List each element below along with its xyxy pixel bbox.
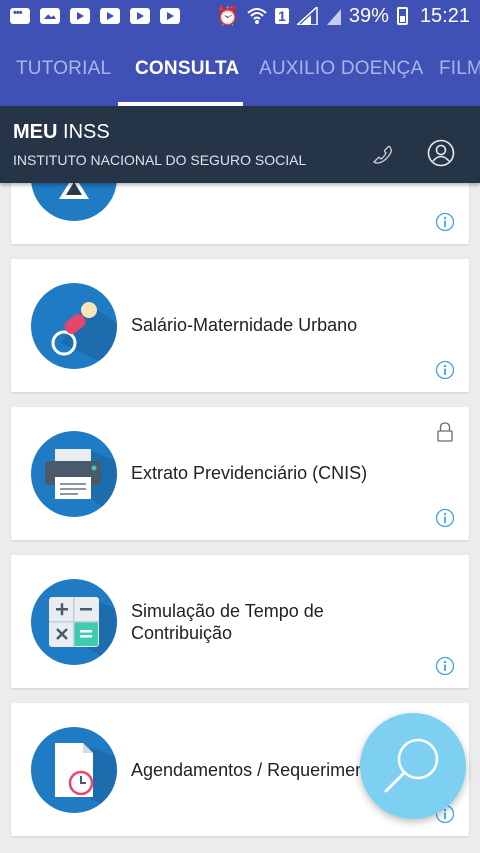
user-icon[interactable] [427,139,455,167]
search-fab[interactable] [360,713,466,819]
notification-icons [10,7,180,24]
calculator-icon [31,579,117,665]
tab-auxilio-doenca[interactable]: AUXILIO DOENÇA [259,32,423,106]
printer-icon [31,431,117,517]
battery-icon [396,7,408,25]
scale-icon [31,183,117,221]
tab-consulta[interactable]: CONSULTA [135,32,239,106]
sim-indicator: 1 [275,8,289,24]
lock-icon [437,422,453,442]
system-icons: ⏰ 1 39% 15:21 [217,5,470,28]
service-label: Simulação de Tempo de Contribuição [131,601,324,643]
document-clock-icon [31,727,117,813]
search-icon [384,738,439,793]
message-icon [10,7,30,24]
service-card-extrato-cnis[interactable]: Extrato Previdenciário (CNIS) [11,407,469,540]
info-icon[interactable] [435,656,455,676]
youtube-icon [100,8,120,24]
youtube-icon [130,8,150,24]
service-label: Agendamentos / Requerimentos [131,760,390,780]
signal-icon [326,9,341,25]
signal-icon [296,7,318,25]
gallery-icon [40,8,60,24]
pacifier-icon [31,283,117,369]
service-label: Extrato Previdenciário (CNIS) [131,463,368,483]
clock: 15:21 [419,4,470,27]
tab-tutorial[interactable]: TUTORIAL [16,32,111,106]
status-bar: ⏰ 1 39% 15:21 [0,0,480,32]
tab-bar: TUTORIAL CONSULTA AUXILIO DOENÇA FILM [0,32,480,106]
app-header: MEU INSS INSTITUTO NACIONAL DO SEGURO SO… [0,106,480,183]
youtube-icon [160,8,180,24]
youtube-icon [70,8,90,24]
phone-icon[interactable] [370,142,394,166]
info-icon[interactable] [435,360,455,380]
service-card[interactable] [11,183,469,244]
wifi-icon [247,8,267,24]
service-card-simulacao-tempo[interactable]: Simulação de Tempo de Contribuição [11,555,469,688]
service-label: Salário-Maternidade Urbano [131,315,358,335]
app-subtitle: INSTITUTO NACIONAL DO SEGURO SOCIAL [13,152,307,168]
app-title: MEU INSS [13,121,110,143]
info-icon[interactable] [435,508,455,528]
tab-film[interactable]: FILM [439,32,480,106]
info-icon[interactable] [435,212,455,232]
battery-percent: 39% [348,4,389,27]
service-card-salario-maternidade[interactable]: Salário-Maternidade Urbano [11,259,469,392]
alarm-icon: ⏰ [216,5,240,26]
